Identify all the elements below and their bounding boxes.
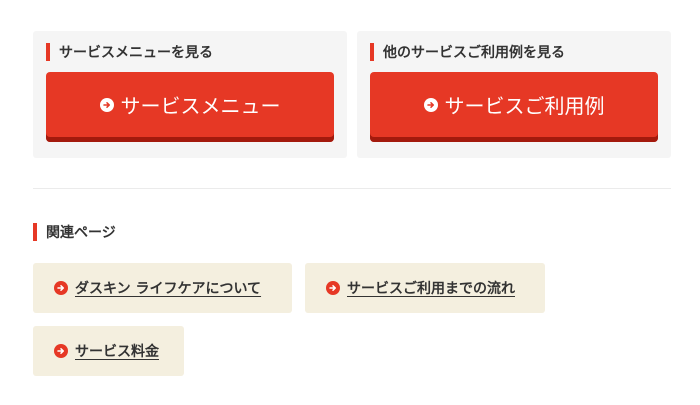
section-divider — [33, 188, 671, 189]
arrow-right-circle-icon — [54, 344, 68, 358]
related-pages-heading: 関連ページ — [33, 222, 116, 242]
related-link-label[interactable]: サービスご利用までの流れ — [347, 278, 515, 298]
related-link-label[interactable]: ダスキン ライフケアについて — [75, 278, 261, 298]
service-examples-button[interactable]: サービスご利用例 — [370, 72, 658, 142]
arrow-right-circle-icon — [326, 281, 340, 295]
arrow-right-circle-icon — [54, 281, 68, 295]
related-link-label[interactable]: サービス料金 — [75, 341, 159, 361]
related-pages-heading-text: 関連ページ — [46, 225, 116, 241]
service-examples-button-label: サービスご利用例 — [444, 94, 605, 118]
service-menu-card: サービスメニューを見る サービスメニュー — [33, 31, 347, 158]
service-menu-heading: サービスメニューを見る — [46, 42, 213, 62]
service-menu-button[interactable]: サービスメニュー — [46, 72, 334, 142]
service-menu-button-label: サービスメニュー — [120, 94, 281, 118]
service-examples-card: 他のサービスご利用例を見る サービスご利用例 — [357, 31, 671, 158]
related-link-service-pricing[interactable]: サービス料金 — [33, 326, 184, 376]
related-link-service-flow[interactable]: サービスご利用までの流れ — [305, 263, 545, 313]
arrow-right-circle-icon — [99, 97, 114, 112]
heading-accent-bar — [370, 43, 374, 61]
arrow-right-circle-icon — [423, 97, 438, 112]
service-examples-heading: 他のサービスご利用例を見る — [370, 42, 565, 62]
heading-accent-bar — [46, 43, 50, 61]
related-link-about-duskin-lifecare[interactable]: ダスキン ライフケアについて — [33, 263, 292, 313]
heading-accent-bar — [33, 223, 37, 241]
service-menu-heading-text: サービスメニューを見る — [59, 45, 213, 61]
service-examples-heading-text: 他のサービスご利用例を見る — [383, 45, 565, 61]
